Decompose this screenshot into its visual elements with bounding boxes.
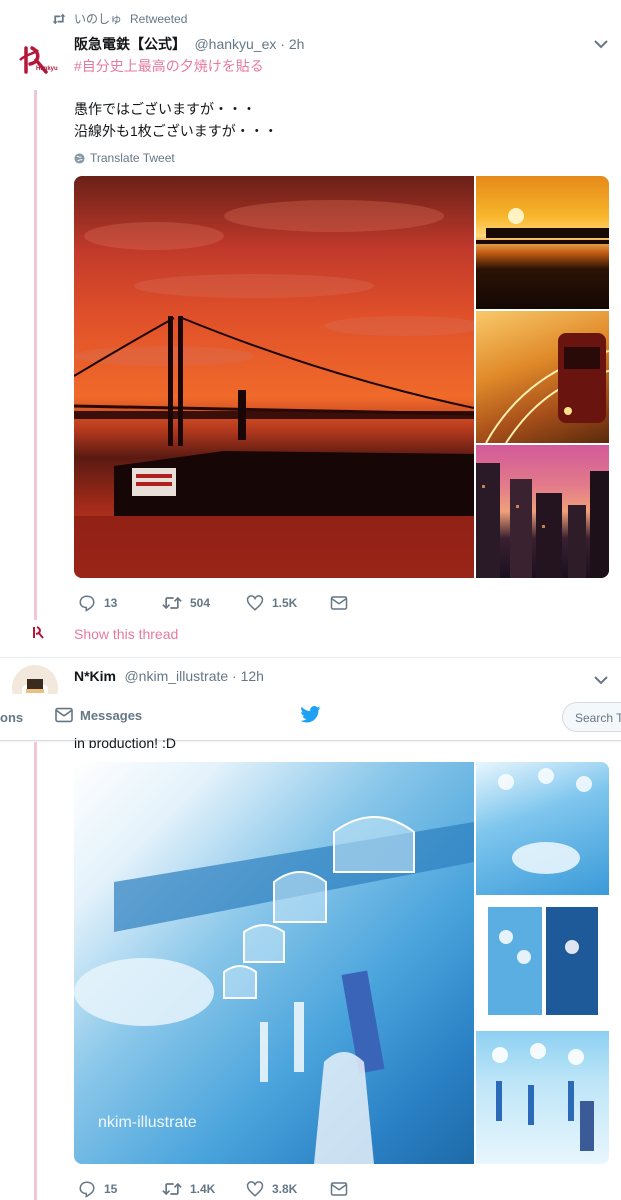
- reply-icon: [79, 1181, 95, 1198]
- tweet-text: 愚作ではございますが・・・ 沿線外も1枚ございますが・・・: [74, 98, 278, 142]
- retweet-icon: [162, 1182, 182, 1196]
- thread-line: [34, 742, 37, 1200]
- envelope-icon: [330, 1182, 348, 1196]
- tweet-line-1: 愚作ではございますが・・・: [74, 101, 256, 117]
- nav-item-notifications[interactable]: ons: [0, 710, 23, 725]
- photo-train-tracks[interactable]: [476, 311, 609, 444]
- retweet-icon: [162, 596, 182, 610]
- like-button[interactable]: 3.8K: [246, 1180, 330, 1198]
- reply-count: 13: [104, 596, 118, 610]
- retweeted-label: Retweeted: [130, 11, 188, 26]
- thread-mini-avatar: [28, 624, 48, 647]
- hankyu-logo-icon: [19, 46, 48, 74]
- reply-icon: [79, 595, 95, 612]
- nav-item-messages[interactable]: Messages: [54, 707, 142, 723]
- share-button[interactable]: [330, 1181, 414, 1197]
- author-name[interactable]: 阪急電鉄【公式】: [74, 36, 186, 52]
- retweet-button[interactable]: 504: [162, 594, 246, 612]
- illustration-wind-chimes-3[interactable]: [476, 897, 609, 1029]
- globe-icon: [74, 152, 85, 164]
- like-count: 3.8K: [272, 1182, 298, 1196]
- tweet-actions: 13 504 1.5K: [78, 594, 414, 612]
- twitter-bird-icon: [300, 706, 321, 723]
- heart-icon: [246, 595, 264, 611]
- messages-label: Messages: [80, 707, 143, 723]
- tweet-header: N*Kim @nkim_illustrate · 12h: [74, 668, 264, 686]
- reply-count: 15: [104, 1182, 118, 1196]
- thread-line: [34, 90, 37, 620]
- tweet-header: 阪急電鉄【公式】 @hankyu_ex · 2h: [74, 34, 304, 54]
- hashtag-link[interactable]: #自分史上最高の夕焼けを貼る: [74, 56, 264, 76]
- author-name[interactable]: N*Kim: [74, 668, 116, 684]
- retweet-count: 1.4K: [190, 1182, 216, 1196]
- media-grid: nkim-illustrate: [74, 762, 609, 1164]
- media-grid: [74, 176, 609, 578]
- share-button[interactable]: [330, 595, 414, 611]
- avatar[interactable]: Hankyu: [12, 40, 58, 86]
- author-handle[interactable]: @hankyu_ex · 2h: [194, 36, 304, 52]
- like-button[interactable]: 1.5K: [246, 594, 330, 612]
- photo-city-sunset[interactable]: [476, 445, 609, 578]
- photo-bridge-sunset[interactable]: [74, 176, 474, 578]
- reply-button[interactable]: 15: [78, 1180, 162, 1198]
- translate-tweet[interactable]: Translate Tweet: [74, 151, 175, 165]
- avatar-caption: Hankyu: [36, 66, 58, 72]
- show-thread-link[interactable]: Show this thread: [74, 626, 178, 642]
- retweet-indicator: いのしゅ Retweeted: [52, 10, 187, 27]
- retweet-count: 504: [190, 596, 211, 610]
- retweeter-name[interactable]: いのしゅ: [74, 10, 122, 27]
- like-count: 1.5K: [272, 596, 298, 610]
- chevron-down-icon[interactable]: [594, 672, 608, 690]
- retweet-button[interactable]: 1.4K: [162, 1180, 246, 1198]
- chevron-down-icon[interactable]: [594, 36, 608, 54]
- reply-button[interactable]: 13: [78, 594, 162, 612]
- translate-label: Translate Tweet: [90, 151, 175, 165]
- tweet-divider: [0, 657, 621, 658]
- illustration-wind-chimes-main[interactable]: nkim-illustrate: [74, 762, 474, 1164]
- tweet-line-2: 沿線外も1枚ございますが・・・: [74, 123, 278, 139]
- twitter-logo[interactable]: [300, 706, 322, 729]
- tweet-actions: 15 1.4K 3.8K: [78, 1180, 414, 1198]
- hankyu-logo-icon: [33, 626, 44, 639]
- watermark-text: nkim-illustrate: [98, 1114, 197, 1131]
- envelope-icon: [330, 596, 348, 610]
- illustration-wind-chimes-2[interactable]: [476, 762, 609, 895]
- envelope-icon: [55, 707, 73, 723]
- search-input[interactable]: Search Tw: [562, 702, 621, 732]
- retweet-icon: [52, 13, 66, 24]
- illustration-wind-chimes-4[interactable]: [476, 1031, 609, 1164]
- author-handle[interactable]: @nkim_illustrate · 12h: [124, 668, 264, 684]
- photo-train-sunset[interactable]: [476, 176, 609, 309]
- tweet-text: in production! :D: [74, 735, 176, 748]
- heart-icon: [246, 1181, 264, 1197]
